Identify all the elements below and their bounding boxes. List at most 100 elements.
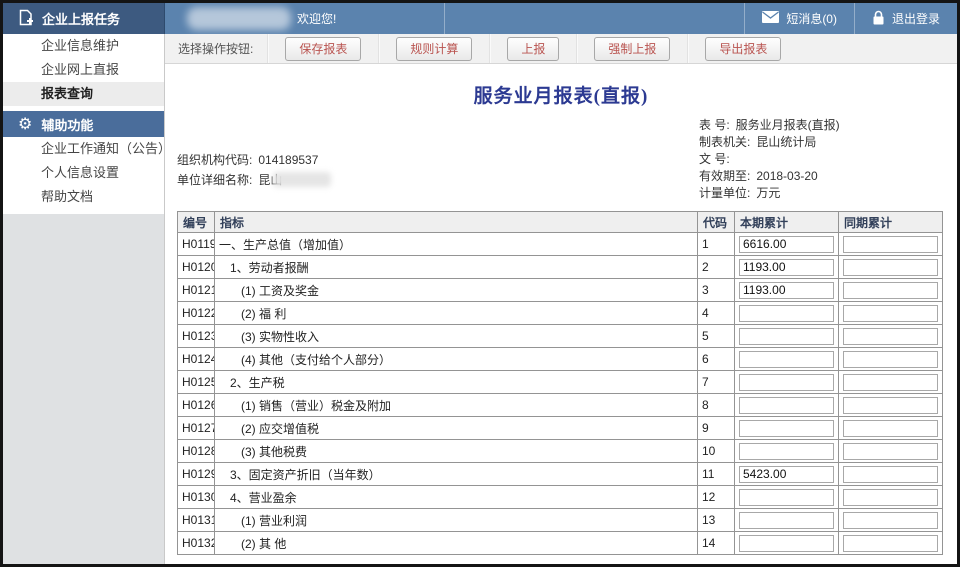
sidebar-header-auxiliary[interactable]: ⚙ 辅助功能 xyxy=(3,111,164,137)
row-id-link[interactable]: H0125 xyxy=(178,371,215,394)
code-cell: 3 xyxy=(698,279,735,302)
username-redacted xyxy=(187,7,291,30)
prior-period-input[interactable] xyxy=(843,374,938,391)
row-id-link[interactable]: H0123 xyxy=(178,325,215,348)
envelope-icon xyxy=(762,11,779,26)
report-content: 服务业月报表(直报) 组织机构代码:014189537 单位详细名称:昆山 表 … xyxy=(165,64,957,564)
table-row: H0122 (2) 福 利 4 xyxy=(178,302,943,325)
table-row: H0120 1、劳动者报酬 2 xyxy=(178,256,943,279)
current-period-input[interactable] xyxy=(739,535,834,552)
code-cell: 1 xyxy=(698,233,735,256)
messages-button[interactable]: 短消息(0) xyxy=(745,3,854,34)
issuing-agency-line: 制表机关:昆山统计局 xyxy=(699,134,840,151)
meta-right-block: 表 号:服务业月报表(直报) 制表机关:昆山统计局 文 号: 有效期至:2018… xyxy=(699,117,840,202)
code-cell: 4 xyxy=(698,302,735,325)
sidebar-header-tasks[interactable]: 企业上报任务 xyxy=(3,3,165,34)
code-cell: 11 xyxy=(698,463,735,486)
code-cell: 12 xyxy=(698,486,735,509)
indicator-cell: (3) 实物性收入 xyxy=(215,325,698,348)
report-title: 服务业月报表(直报) xyxy=(165,64,957,108)
sidebar-item-work-notice[interactable]: 企业工作通知（公告） xyxy=(3,137,164,161)
row-id-link[interactable]: H0126 xyxy=(178,394,215,417)
topbar-divider xyxy=(444,3,445,34)
messages-label: 短消息(0) xyxy=(786,10,837,27)
row-id-link[interactable]: H0132 xyxy=(178,532,215,555)
table-row: H0128 (3) 其他税费 10 xyxy=(178,440,943,463)
table-row: H0131 (1) 营业利润 13 xyxy=(178,509,943,532)
current-period-input[interactable] xyxy=(739,374,834,391)
table-row: H0121 (1) 工资及奖金 3 xyxy=(178,279,943,302)
prior-period-input[interactable] xyxy=(843,282,938,299)
code-cell: 7 xyxy=(698,371,735,394)
prior-period-input[interactable] xyxy=(843,236,938,253)
current-period-input[interactable] xyxy=(739,236,834,253)
sidebar-item-enterprise-info[interactable]: 企业信息维护 xyxy=(3,34,164,58)
code-cell: 5 xyxy=(698,325,735,348)
force-submit-button[interactable]: 强制上报 xyxy=(594,37,670,61)
sidebar-item-personal-settings[interactable]: 个人信息设置 xyxy=(3,161,164,185)
current-period-input[interactable] xyxy=(739,512,834,529)
table-row: H0127 (2) 应交增值税 9 xyxy=(178,417,943,440)
sidebar-item-report-query[interactable]: 报表查询 xyxy=(3,82,164,106)
current-period-input[interactable] xyxy=(739,397,834,414)
prior-period-input[interactable] xyxy=(843,489,938,506)
current-period-input[interactable] xyxy=(739,259,834,276)
indicator-cell: 3、固定资产折旧（当年数） xyxy=(215,463,698,486)
prior-period-input[interactable] xyxy=(843,466,938,483)
row-id-link[interactable]: H0120 xyxy=(178,256,215,279)
prior-period-input[interactable] xyxy=(843,443,938,460)
current-period-input[interactable] xyxy=(739,282,834,299)
row-id-link[interactable]: H0121 xyxy=(178,279,215,302)
current-period-input[interactable] xyxy=(739,305,834,322)
indicator-cell: 2、生产税 xyxy=(215,371,698,394)
current-period-input[interactable] xyxy=(739,489,834,506)
lock-icon xyxy=(872,10,885,28)
sidebar-item-help-docs[interactable]: 帮助文档 xyxy=(3,185,164,209)
prior-period-input[interactable] xyxy=(843,420,938,437)
auxiliary-header-label: 辅助功能 xyxy=(41,115,93,134)
meta-left-block: 组织机构代码:014189537 单位详细名称:昆山 xyxy=(177,150,331,190)
prior-period-input[interactable] xyxy=(843,535,938,552)
toolbar-label: 选择操作按钮: xyxy=(165,34,267,63)
row-id-link[interactable]: H0124 xyxy=(178,348,215,371)
current-period-input[interactable] xyxy=(739,466,834,483)
prior-period-input[interactable] xyxy=(843,328,938,345)
row-id-link[interactable]: H0129 xyxy=(178,463,215,486)
row-id-link[interactable]: H0119 xyxy=(178,233,215,256)
row-id-link[interactable]: H0122 xyxy=(178,302,215,325)
indicator-cell: 4、营业盈余 xyxy=(215,486,698,509)
sidebar-item-online-report[interactable]: 企业网上直报 xyxy=(3,58,164,82)
prior-period-input[interactable] xyxy=(843,305,938,322)
sidebar: 企业信息维护 企业网上直报 报表查询 ⚙ 辅助功能 企业工作通知（公告） 个人信… xyxy=(3,34,165,564)
rule-calc-button[interactable]: 规则计算 xyxy=(396,37,472,61)
row-id-link[interactable]: H0127 xyxy=(178,417,215,440)
save-report-button[interactable]: 保存报表 xyxy=(285,37,361,61)
current-period-input[interactable] xyxy=(739,443,834,460)
unit-name-line: 单位详细名称:昆山 xyxy=(177,170,331,190)
table-row: H0125 2、生产税 7 xyxy=(178,371,943,394)
code-cell: 6 xyxy=(698,348,735,371)
current-period-input[interactable] xyxy=(739,328,834,345)
row-id-link[interactable]: H0128 xyxy=(178,440,215,463)
current-period-input[interactable] xyxy=(739,420,834,437)
header-prior-period: 同期累计 xyxy=(839,212,943,233)
table-row: H0130 4、营业盈余 12 xyxy=(178,486,943,509)
code-cell: 10 xyxy=(698,440,735,463)
logout-button[interactable]: 退出登录 xyxy=(855,3,957,34)
submit-button[interactable]: 上报 xyxy=(507,37,559,61)
table-row: H0126 (1) 销售（营业）税金及附加 8 xyxy=(178,394,943,417)
row-id-link[interactable]: H0131 xyxy=(178,509,215,532)
current-period-input[interactable] xyxy=(739,351,834,368)
prior-period-input[interactable] xyxy=(843,259,938,276)
prior-period-input[interactable] xyxy=(843,397,938,414)
table-row: H0124 (4) 其他（支付给个人部分） 6 xyxy=(178,348,943,371)
row-id-link[interactable]: H0130 xyxy=(178,486,215,509)
top-bar-right: 欢迎您! 短消息(0) xyxy=(165,3,957,34)
indicator-cell: (1) 营业利润 xyxy=(215,509,698,532)
code-cell: 8 xyxy=(698,394,735,417)
table-row: H0129 3、固定资产折旧（当年数） 11 xyxy=(178,463,943,486)
indicator-cell: (3) 其他税费 xyxy=(215,440,698,463)
prior-period-input[interactable] xyxy=(843,351,938,368)
export-report-button[interactable]: 导出报表 xyxy=(705,37,781,61)
prior-period-input[interactable] xyxy=(843,512,938,529)
